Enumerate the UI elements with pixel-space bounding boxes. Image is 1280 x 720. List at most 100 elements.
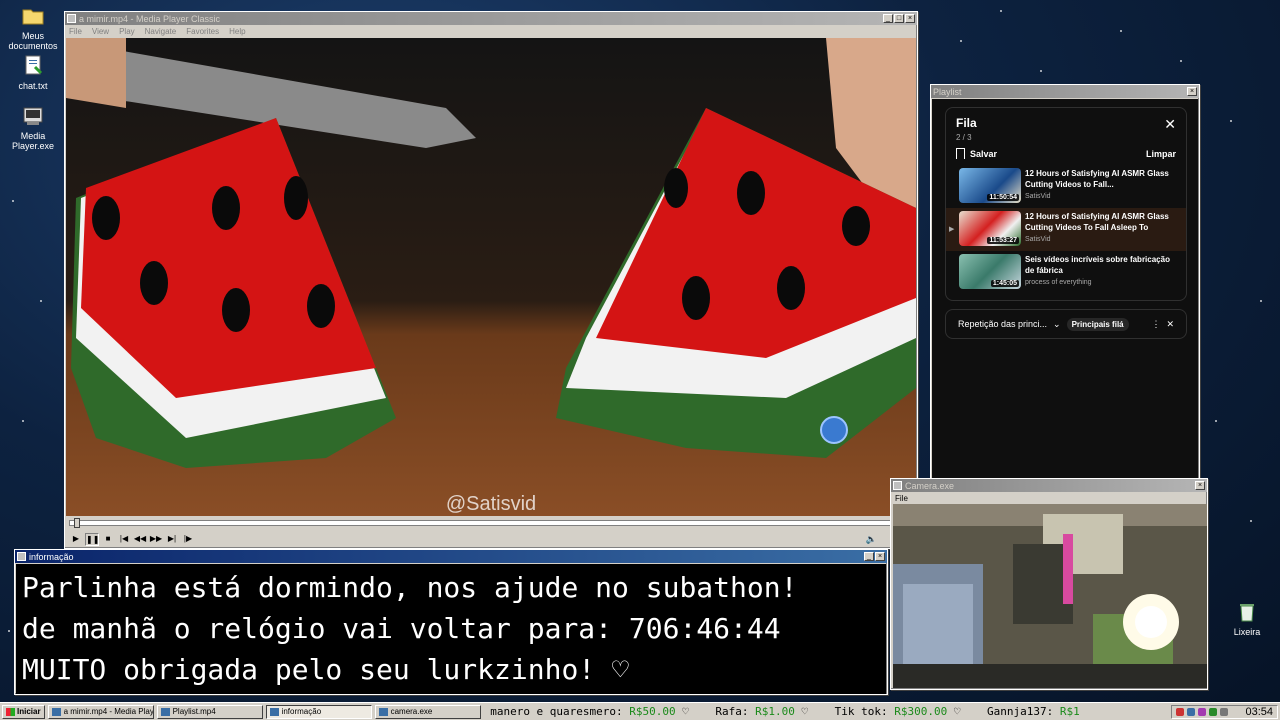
bookmark-icon — [956, 148, 965, 159]
taskbar-item-camera[interactable]: camera.exe — [374, 704, 481, 719]
menu-view[interactable]: View — [92, 27, 109, 36]
minimize-button[interactable]: _ — [864, 552, 874, 561]
taskbar: Iniciar a mimir.mp4 - Media Playe... Pla… — [0, 702, 1280, 720]
desktop-icon-recycle-bin[interactable]: Lixeira — [1214, 600, 1280, 637]
taskbar-item-label: a mimir.mp4 - Media Playe... — [63, 707, 154, 716]
clock[interactable]: 03:54 — [1245, 706, 1273, 718]
media-player-titlebar[interactable]: a mimir.mp4 - Media Player Classic _ □ × — [65, 12, 917, 25]
close-button[interactable]: × — [1195, 481, 1205, 490]
tray-app-icon[interactable] — [1209, 707, 1218, 716]
queue-chip[interactable]: Principais filá — [1066, 317, 1129, 331]
tray-app-icon[interactable] — [1176, 707, 1185, 716]
close-icon[interactable]: ✕ — [1166, 319, 1174, 330]
more-options-icon[interactable]: ⋮ — [1151, 319, 1160, 330]
media-player-icon — [21, 104, 45, 128]
info-message: Parlinha está dormindo, nos ajude no sub… — [16, 564, 886, 694]
channel-name: SatisVid — [1025, 236, 1051, 243]
playback-controls: ▶ ❚❚ ■ |◀ ◀◀ ▶▶ ▶| |▶ — [69, 532, 195, 546]
desktop-icon-label: Meus documentos — [8, 31, 58, 51]
menu-play[interactable]: Play — [119, 27, 135, 36]
start-label: Iniciar — [17, 707, 41, 716]
queue-item[interactable]: 1:45:05 Seis vídeos incríveis sobre fabr… — [946, 251, 1186, 294]
menu-bar: File — [891, 492, 1207, 504]
app-icon — [67, 14, 76, 23]
donation-amount: R$1.00 — [755, 704, 795, 718]
donor-name: Tik tok: — [834, 704, 888, 718]
recycle-bin-icon — [1235, 600, 1259, 624]
desktop-icon-media-player[interactable]: Media Player.exe — [0, 104, 66, 151]
playlist-window: Playlist × Fila 2 / 3 ✕ Salvar Limpar 11… — [930, 84, 1200, 482]
folder-icon — [21, 4, 45, 28]
queue-item[interactable]: 11:50:54 12 Hours of Satisfying AI ASMR … — [946, 165, 1186, 208]
loop-bar: Repetição das princi... ⌄ Principais fil… — [945, 309, 1187, 339]
info-line: Parlinha está dormindo, nos ajude no sub… — [22, 571, 798, 604]
taskbar-item-media-player[interactable]: a mimir.mp4 - Media Playe... — [47, 704, 154, 719]
donation-amount: R$1 — [1059, 704, 1080, 718]
next-button[interactable]: ▶| — [165, 533, 179, 546]
menu-navigate[interactable]: Navigate — [145, 27, 177, 36]
taskbar-item-label: informação — [281, 707, 322, 716]
video-frame[interactable]: @Satisvid — [66, 38, 916, 516]
menu-favorites[interactable]: Favorites — [186, 27, 219, 36]
desktop-icon-label: chat.txt — [18, 81, 48, 91]
queue-title: Fila — [956, 116, 977, 130]
donor-name: manero e quaresmero: — [490, 704, 623, 718]
window-title: informação — [29, 551, 74, 562]
close-button[interactable]: × — [905, 14, 915, 23]
queue-panel: Fila 2 / 3 ✕ Salvar Limpar 11:50:54 12 H… — [945, 107, 1187, 301]
queue-count: 2 / 3 — [956, 133, 972, 142]
channel-name: process of everything — [1025, 279, 1092, 286]
volume-icon[interactable]: 🔈 — [866, 534, 877, 545]
loop-dropdown[interactable]: Repetição das princi... — [958, 319, 1047, 329]
queue-item-current[interactable]: ▶ 11:53:27 12 Hours of Satisfying AI ASM… — [946, 208, 1186, 251]
play-button[interactable]: ▶ — [69, 533, 83, 546]
minimize-button[interactable]: _ — [883, 14, 893, 23]
text-file-icon — [21, 54, 45, 78]
camera-titlebar[interactable]: Camera.exe × — [891, 479, 1207, 492]
menu-file[interactable]: File — [69, 27, 82, 36]
donor-name: Rafa: — [715, 704, 749, 718]
seek-thumb[interactable] — [74, 518, 80, 528]
taskbar-item-label: camera.exe — [390, 707, 433, 716]
app-icon — [160, 707, 170, 716]
tray-app-icon[interactable] — [1198, 707, 1207, 716]
pause-button[interactable]: ❚❚ — [85, 532, 99, 546]
save-label: Salvar — [970, 148, 998, 159]
rewind-button[interactable]: ◀◀ — [133, 533, 147, 546]
donor-name: Gannja137: — [986, 704, 1054, 718]
taskbar-item-informacao[interactable]: informação — [265, 704, 372, 719]
windows-logo-icon — [6, 707, 15, 716]
desktop-icon-chat[interactable]: chat.txt — [0, 54, 66, 91]
now-playing-icon: ▶ — [949, 226, 955, 233]
close-button[interactable]: × — [875, 552, 885, 561]
taskbar-item-label: Playlist.mp4 — [172, 707, 216, 716]
save-button[interactable]: Salvar — [956, 148, 997, 159]
close-button[interactable]: × — [1187, 87, 1197, 96]
seek-bar[interactable] — [69, 518, 913, 528]
info-titlebar[interactable]: informação _ × — [15, 550, 887, 563]
taskbar-item-playlist[interactable]: Playlist.mp4 — [156, 704, 263, 719]
frame-step-button[interactable]: |▶ — [181, 533, 195, 546]
app-icon — [51, 707, 61, 716]
menu-bar: File View Play Navigate Favorites Help — [65, 25, 917, 37]
forward-button[interactable]: ▶▶ — [149, 533, 163, 546]
stop-button[interactable]: ■ — [101, 533, 115, 546]
desktop-icon-documents[interactable]: Meus documentos — [0, 4, 66, 51]
speaker-icon[interactable] — [1220, 707, 1229, 716]
video-title: Seis vídeos incríveis sobre fabricação d… — [1025, 255, 1170, 275]
chevron-down-icon[interactable]: ⌄ — [1053, 319, 1061, 330]
menu-file[interactable]: File — [895, 494, 908, 503]
previous-button[interactable]: |◀ — [117, 533, 131, 546]
menu-help[interactable]: Help — [229, 27, 245, 36]
desktop-icon-label: Lixeira — [1233, 627, 1261, 637]
start-button[interactable]: Iniciar — [2, 704, 45, 719]
playlist-titlebar[interactable]: Playlist × — [931, 85, 1199, 98]
app-icon — [269, 707, 279, 716]
close-icon[interactable]: ✕ — [1164, 116, 1176, 133]
desktop-icon-label: Media Player.exe — [11, 131, 55, 151]
tray-app-icon[interactable] — [1187, 707, 1196, 716]
maximize-button[interactable]: □ — [894, 14, 904, 23]
window-title: Camera.exe — [905, 480, 955, 491]
camera-window: Camera.exe × File — [890, 478, 1208, 690]
clear-button[interactable]: Limpar — [1146, 149, 1176, 159]
